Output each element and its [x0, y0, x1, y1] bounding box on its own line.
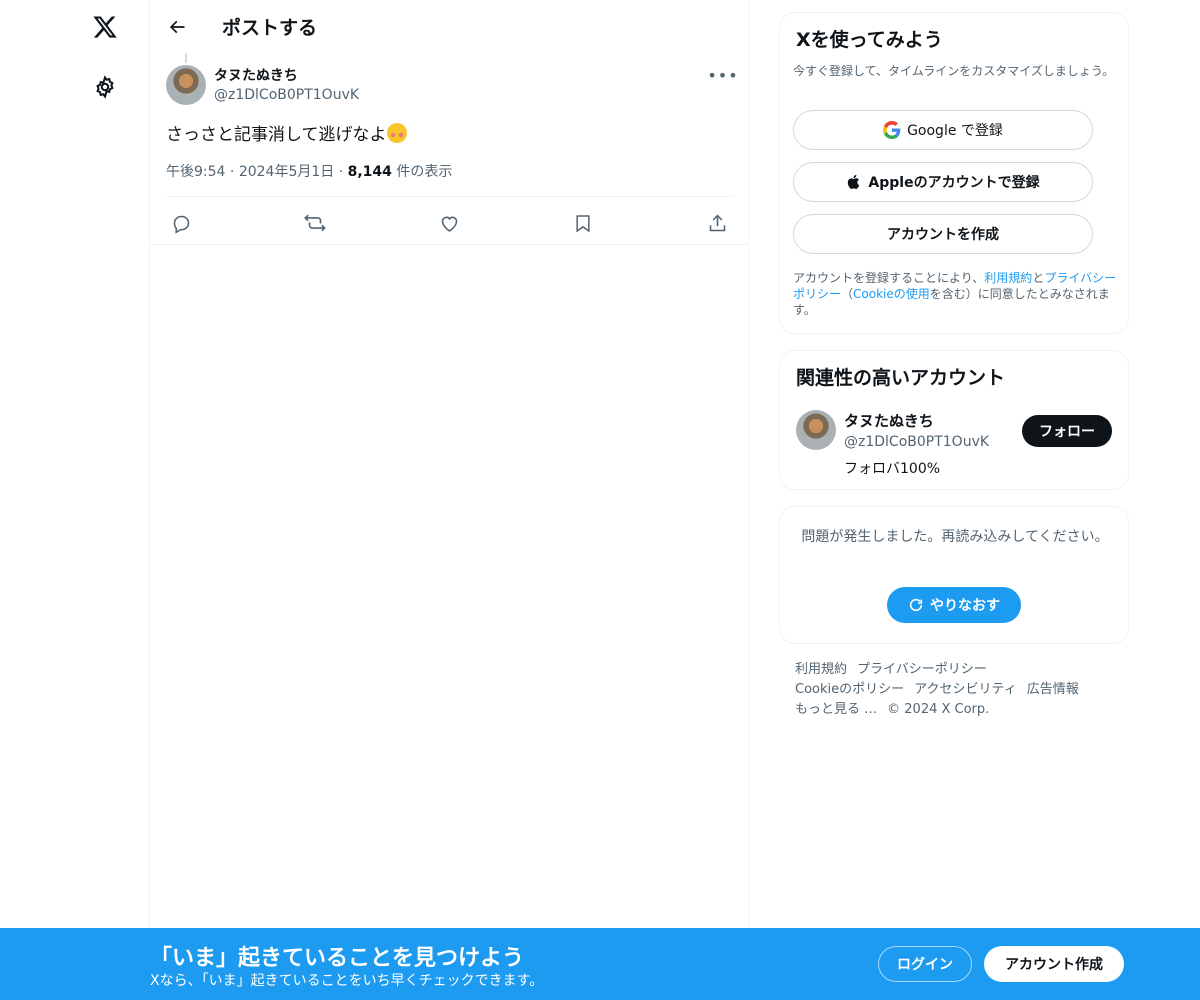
post-author-name[interactable]: タヌたぬきち	[214, 65, 298, 85]
bottom-signup-bar: 「いま」起きていることを見つけよう Xなら、「いま」起きていることをいち早くチェ…	[0, 928, 1200, 1000]
footer-link-cookie[interactable]: Cookieのポリシー	[795, 682, 904, 697]
apple-signup-label: Appleのアカウントで登録	[868, 175, 1040, 191]
more-options-icon[interactable]: •••	[707, 66, 737, 85]
create-account-button[interactable]: アカウントを作成	[793, 214, 1093, 254]
legal-and: と	[1032, 271, 1045, 285]
arrow-left-icon	[169, 20, 185, 34]
footer-link-privacy[interactable]: プライバシーポリシー	[857, 662, 987, 677]
related-account-bio: フォロバ100%	[844, 461, 941, 477]
views-label: 件の表示	[396, 164, 453, 180]
signup-button[interactable]: アカウント作成	[984, 946, 1124, 982]
related-account-handle[interactable]: @z1DlCoB0PT1OuvK	[844, 434, 989, 450]
google-icon	[883, 121, 901, 139]
retry-button[interactable]: やりなおす	[887, 587, 1021, 623]
bottom-bar-title: 「いま」起きていることを見つけよう	[150, 946, 525, 971]
footer-link-accessibility[interactable]: アクセシビリティ	[914, 682, 1017, 697]
legal-text: アカウントを登録することにより、利用規約とプライバシーポリシー（Cookieの使…	[793, 270, 1118, 318]
post-actions	[150, 205, 749, 241]
reply-icon[interactable]	[167, 209, 195, 237]
related-accounts-card: 関連性の高いアカウント タヌたぬきち @z1DlCoB0PT1OuvK フォロバ…	[779, 350, 1129, 490]
apple-signup-button[interactable]: Appleのアカウントで登録	[793, 162, 1093, 202]
page-header: ポストする	[150, 0, 749, 53]
follow-button[interactable]: フォロー	[1022, 415, 1112, 447]
repost-icon[interactable]	[301, 209, 329, 237]
login-button[interactable]: ログイン	[878, 946, 972, 982]
meta-separator: ·	[229, 164, 235, 180]
post-meta: 午後9:54 · 2024年5月1日 · 8,144 件の表示	[166, 161, 452, 181]
bottom-bar-subtitle: Xなら、「いま」起きていることをいち早くチェックできます。	[150, 973, 544, 989]
avatar[interactable]	[166, 65, 206, 105]
create-account-label: アカウントを作成	[887, 227, 999, 243]
smiling-face-emoji-icon	[386, 123, 407, 143]
related-account-name[interactable]: タヌたぬきち	[844, 410, 934, 431]
page-title: ポストする	[222, 17, 318, 39]
legal-paren: （	[841, 287, 854, 301]
left-nav	[0, 0, 150, 1000]
signup-card-title: Xを使ってみよう	[796, 29, 943, 51]
footer-link-ads[interactable]: 広告情報	[1027, 682, 1079, 697]
bookmark-icon[interactable]	[569, 209, 597, 237]
retry-label: やりなおす	[930, 598, 1000, 614]
error-message: 問題が発生しました。再読み込みしてください。	[801, 529, 1109, 545]
google-signup-button[interactable]: Google で登録	[793, 110, 1093, 150]
avatar[interactable]	[796, 410, 836, 450]
signup-card-subtitle: 今すぐ登録して、タイムラインをカスタマイズしましょう。	[793, 64, 1115, 78]
error-card: 問題が発生しました。再読み込みしてください。 やりなおす	[779, 506, 1129, 644]
apple-icon	[848, 174, 860, 189]
post-time[interactable]: 午後9:54	[166, 164, 225, 180]
views-count: 8,144	[347, 164, 392, 180]
post-author-handle[interactable]: @z1DlCoB0PT1OuvK	[214, 87, 359, 103]
gear-icon[interactable]	[88, 70, 122, 104]
divider	[166, 196, 733, 197]
meta-separator: ·	[338, 164, 344, 180]
post-text-content: さっさと記事消して逃げなよ	[166, 125, 387, 145]
like-icon[interactable]	[435, 209, 463, 237]
x-logo-icon[interactable]	[88, 10, 122, 44]
back-button[interactable]	[162, 12, 192, 42]
footer-link-terms[interactable]: 利用規約	[795, 662, 847, 677]
footer-link-more[interactable]: もっと見る …	[795, 702, 877, 717]
legal-prefix: アカウントを登録することにより、	[793, 271, 985, 285]
main-column: ポストする タヌたぬきち @z1DlCoB0PT1OuvK ••• さっさと記事…	[150, 0, 749, 1000]
cookie-link[interactable]: Cookieの使用	[853, 287, 930, 301]
refresh-icon	[909, 598, 923, 612]
share-icon[interactable]	[703, 209, 731, 237]
terms-link[interactable]: 利用規約	[984, 271, 1032, 285]
thread-line	[185, 53, 187, 63]
divider	[150, 244, 749, 245]
google-signup-label: Google で登録	[907, 123, 1003, 139]
post-text: さっさと記事消して逃げなよ	[166, 120, 407, 145]
copyright: © 2024 X Corp.	[887, 702, 990, 717]
post-date[interactable]: 2024年5月1日	[239, 164, 334, 180]
footer-links: 利用規約 プライバシーポリシー Cookieのポリシー アクセシビリティ 広告情報 も…	[795, 660, 1125, 720]
signup-card: Xを使ってみよう 今すぐ登録して、タイムラインをカスタマイズしましょう。 Goo…	[779, 12, 1129, 334]
related-card-title: 関連性の高いアカウント	[796, 367, 1006, 389]
